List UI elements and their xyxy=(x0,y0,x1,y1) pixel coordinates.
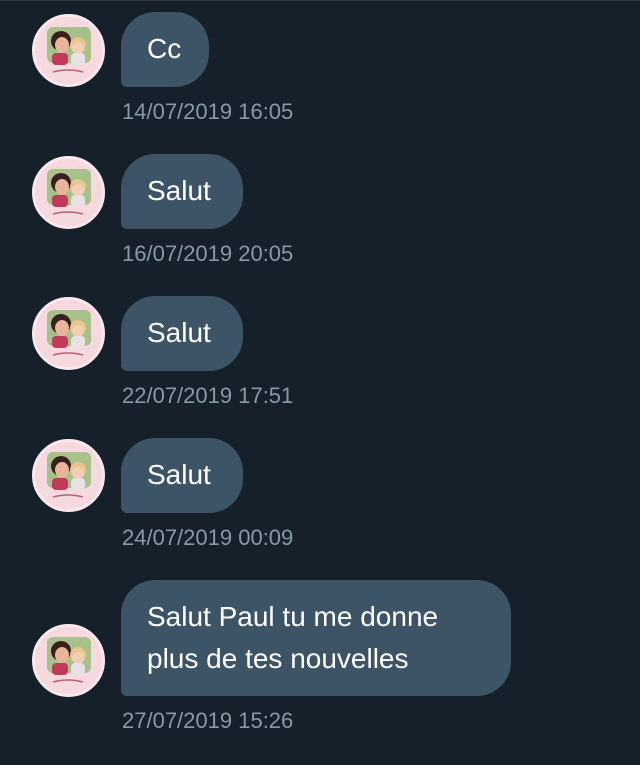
message-timestamp: 22/07/2019 17:51 xyxy=(122,383,294,408)
avatar-photo-icon xyxy=(35,442,102,509)
avatar-photo-icon xyxy=(35,17,102,84)
message-bubble[interactable]: Salut xyxy=(121,438,243,513)
sender-avatar[interactable] xyxy=(32,156,105,229)
message-bubble[interactable]: Salut Paul tu me donne plus de tes nouve… xyxy=(121,580,511,696)
message-timestamp: 27/07/2019 15:26 xyxy=(122,708,294,733)
message-bubble[interactable]: Salut xyxy=(121,154,243,229)
message-bubble[interactable]: Salut xyxy=(121,296,243,371)
avatar-photo-icon xyxy=(35,627,102,694)
message-timestamp: 16/07/2019 20:05 xyxy=(122,241,294,266)
top-divider xyxy=(0,0,640,1)
sender-avatar[interactable] xyxy=(32,624,105,697)
avatar-photo-icon xyxy=(35,300,102,367)
message-bubble[interactable]: Cc xyxy=(121,12,209,87)
sender-avatar[interactable] xyxy=(32,14,105,87)
sender-avatar[interactable] xyxy=(32,439,105,512)
avatar-photo-icon xyxy=(35,159,102,226)
message-timestamp: 14/07/2019 16:05 xyxy=(122,99,294,124)
sender-avatar[interactable] xyxy=(32,297,105,370)
message-timestamp: 24/07/2019 00:09 xyxy=(122,525,294,550)
